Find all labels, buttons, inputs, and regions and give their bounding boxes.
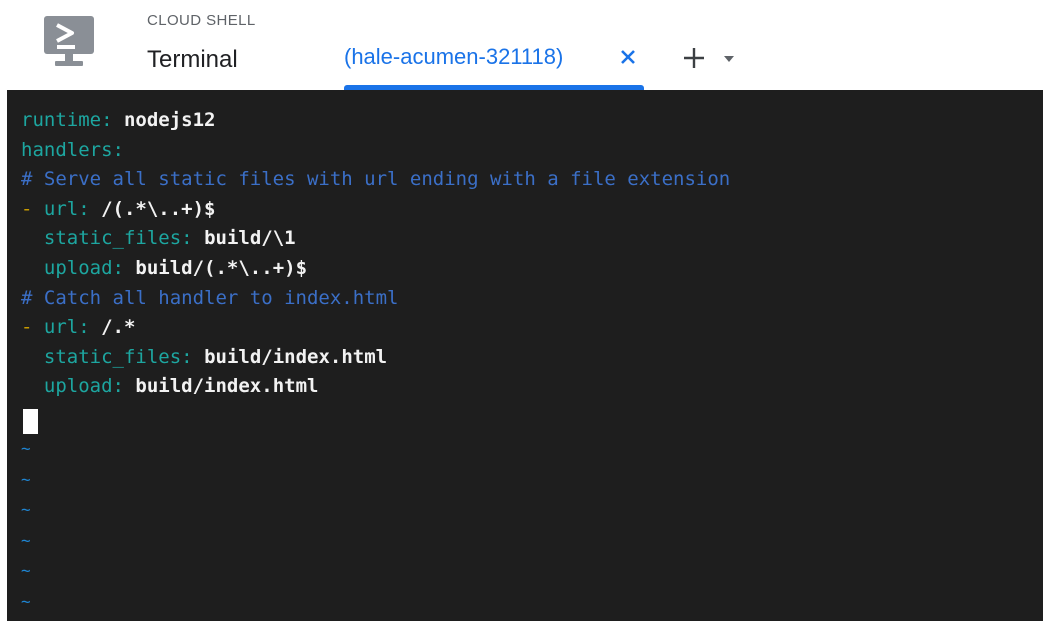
yaml-value: /(.*\..+)$	[101, 197, 216, 220]
yaml-separator: :	[112, 257, 136, 279]
yaml-value: build/index.html	[135, 375, 319, 398]
editor-line: upload: build/(.*\..+)$	[21, 254, 307, 283]
yaml-key: handlers	[21, 138, 113, 161]
yaml-separator: :	[181, 345, 205, 368]
close-icon[interactable]	[617, 46, 639, 68]
empty-line-marker: ~	[21, 469, 31, 489]
editor-line: # Catch all handler to index.html	[21, 284, 399, 313]
yaml-list-dash: -	[21, 316, 44, 339]
yaml-key: static_files	[43, 345, 182, 368]
editor-line: static_files: build/index.html	[21, 343, 387, 372]
empty-line-marker: ~	[21, 500, 31, 520]
editor-line: upload: build/index.html	[21, 372, 319, 401]
yaml-key: runtime	[21, 109, 102, 131]
yaml-value: build/(.*\..+)$	[135, 257, 308, 279]
yaml-separator: :	[112, 138, 124, 161]
yaml-key: upload	[43, 375, 113, 398]
yaml-indent	[21, 257, 44, 279]
editor-line: # Serve all static files with url ending…	[21, 165, 730, 194]
text-cursor	[23, 409, 38, 434]
empty-line-marker: ~	[21, 439, 31, 458]
caret-down-icon[interactable]	[722, 52, 736, 64]
empty-line-marker: ~	[21, 561, 31, 581]
yaml-value: nodejs12	[123, 109, 216, 131]
plus-icon[interactable]	[683, 47, 705, 69]
yaml-comment: # Serve all static files with url ending…	[21, 168, 731, 191]
yaml-comment: # Catch all handler to index.html	[21, 286, 399, 309]
yaml-indent	[21, 346, 44, 368]
tab-project[interactable]: (hale-acumen-321118)	[344, 34, 644, 90]
editor-line: - url: /.*	[21, 313, 135, 342]
yaml-value: build/index.html	[204, 345, 388, 368]
tab-label[interactable]: (hale-acumen-321118)	[344, 44, 563, 70]
yaml-value: build/\1	[204, 227, 296, 250]
yaml-key: url	[43, 197, 79, 220]
yaml-indent	[21, 227, 44, 249]
editor-line: static_files: build/\1	[21, 224, 296, 253]
editor-line: handlers:	[21, 136, 124, 165]
cloud-shell-terminal-icon	[41, 14, 97, 70]
cloud-shell-label: CLOUD SHELL	[147, 12, 256, 29]
yaml-separator: :	[112, 375, 136, 398]
yaml-separator: :	[101, 109, 124, 131]
yaml-separator: :	[181, 227, 205, 250]
yaml-value: /.*	[101, 316, 136, 339]
yaml-key: url	[43, 316, 79, 339]
empty-line-marker: ~	[21, 530, 31, 550]
terminal-editor[interactable]: runtime: nodejs12 handlers: # Serve all st…	[7, 90, 1043, 621]
yaml-separator: :	[78, 316, 102, 339]
yaml-list-dash: -	[21, 197, 44, 220]
page-title: Terminal	[147, 46, 238, 73]
yaml-key: upload	[43, 257, 113, 279]
editor-line: runtime: nodejs12	[21, 106, 215, 135]
editor-line: - url: /(.*\..+)$	[21, 195, 216, 224]
yaml-separator: :	[78, 197, 102, 220]
empty-line-marker: ~	[21, 592, 31, 611]
yaml-key: static_files	[43, 227, 182, 250]
cloud-shell-header: CLOUD SHELL Terminal (hale-acumen-321118…	[0, 0, 1043, 90]
yaml-indent	[21, 375, 44, 397]
